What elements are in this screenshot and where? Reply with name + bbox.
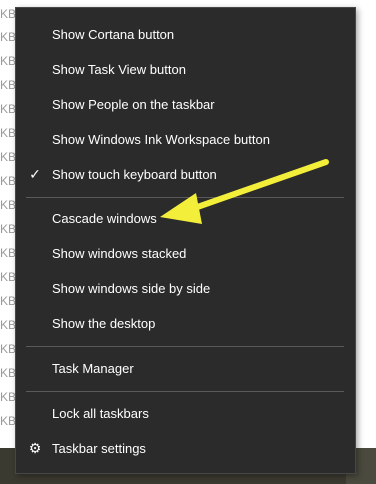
menu-item-label: Show the desktop xyxy=(52,316,156,331)
menu-item-label: Show touch keyboard button xyxy=(52,167,217,182)
menu-item-show-task-view-button[interactable]: Show Task View button xyxy=(16,52,355,87)
menu-item-label: Show windows stacked xyxy=(52,246,187,261)
menu-item-task-manager[interactable]: Task Manager xyxy=(16,351,355,386)
menu-item-label: Show windows side by side xyxy=(52,281,211,296)
taskbar-context-menu: Show Cortana button Show Task View butto… xyxy=(15,7,356,474)
menu-separator xyxy=(26,346,344,347)
menu-separator xyxy=(26,391,344,392)
menu-item-show-cortana-button[interactable]: Show Cortana button xyxy=(16,17,355,52)
menu-item-taskbar-settings[interactable]: ⚙ Taskbar settings xyxy=(16,431,355,466)
menu-item-show-touch-keyboard[interactable]: ✓ Show touch keyboard button xyxy=(16,157,355,192)
menu-item-show-people[interactable]: Show People on the taskbar xyxy=(16,87,355,122)
menu-item-label: Show Windows Ink Workspace button xyxy=(52,132,270,147)
menu-item-label: Taskbar settings xyxy=(52,441,146,456)
menu-item-show-windows-side-by-side[interactable]: Show windows side by side xyxy=(16,271,355,306)
menu-item-label: Task Manager xyxy=(52,361,134,376)
menu-item-show-windows-stacked[interactable]: Show windows stacked xyxy=(16,236,355,271)
menu-separator xyxy=(26,197,344,198)
menu-item-cascade-windows[interactable]: Cascade windows xyxy=(16,201,355,236)
menu-item-label: Cascade windows xyxy=(52,211,157,226)
menu-item-label: Show Task View button xyxy=(52,62,186,77)
menu-item-label: Show Cortana button xyxy=(52,27,175,42)
menu-item-lock-all-taskbars[interactable]: Lock all taskbars xyxy=(16,396,355,431)
menu-item-show-desktop[interactable]: Show the desktop xyxy=(16,306,355,341)
menu-item-label: Lock all taskbars xyxy=(52,406,149,421)
gear-icon: ⚙ xyxy=(28,440,42,456)
menu-item-label: Show People on the taskbar xyxy=(52,97,215,112)
checkmark-icon: ✓ xyxy=(29,166,41,182)
menu-item-show-windows-ink[interactable]: Show Windows Ink Workspace button xyxy=(16,122,355,157)
